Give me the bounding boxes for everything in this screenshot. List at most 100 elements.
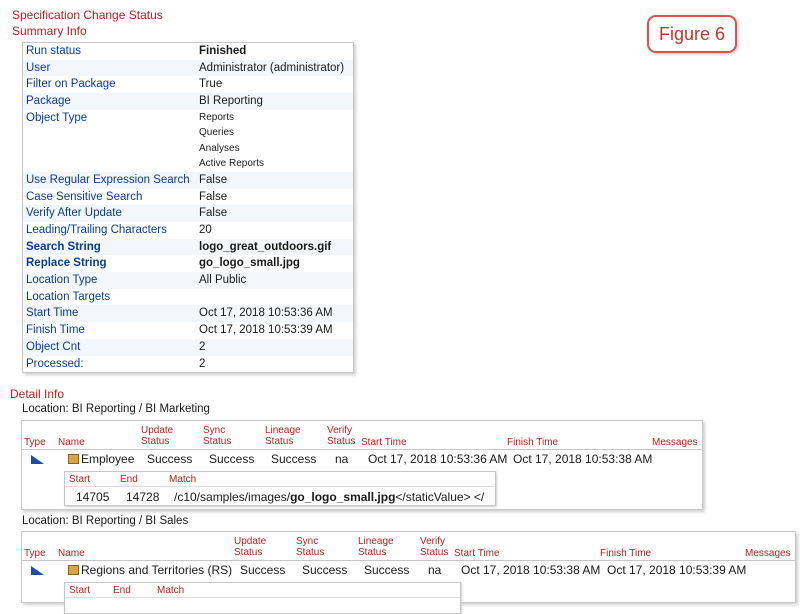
summary-value: BI Reporting <box>199 95 263 108</box>
detail-header: Type Name Update Status Sync Status Line… <box>22 532 795 561</box>
report-type-icon <box>31 566 44 575</box>
col-sync-status: Sync Status <box>296 536 325 558</box>
summary-label: Case Sensitive Search <box>26 190 143 203</box>
object-type-item: Queries <box>199 127 235 139</box>
summary-value: 20 <box>199 223 212 236</box>
report-object-icon <box>68 565 79 575</box>
verify-status: na <box>428 563 442 577</box>
match-header: Start End Match <box>65 583 460 598</box>
col-name: Name <box>58 548 85 559</box>
summary-label: Replace String <box>26 257 107 270</box>
summary-value: False <box>199 207 228 220</box>
summary-row: Package BI Reporting <box>23 93 353 110</box>
summary-value: Oct 17, 2018 10:53:39 AM <box>199 324 333 337</box>
summary-label: Start Time <box>26 307 79 320</box>
summary-value: 2 <box>199 357 206 370</box>
lineage-status: Success <box>271 452 317 466</box>
summary-value: Oct 17, 2018 10:53:36 AM <box>199 307 333 320</box>
summary-value: False <box>199 173 228 186</box>
summary-row: Location Targets <box>23 289 353 306</box>
summary-label: Use Regular Expression Search <box>26 173 190 186</box>
summary-row: Replace String go_logo_small.jpg <box>23 255 353 272</box>
match-table: Start End Match <box>64 582 461 614</box>
summary-label: User <box>26 61 51 74</box>
lineage-status: Success <box>364 563 410 577</box>
summary-label: Location Type <box>26 274 98 287</box>
object-type-item: Active Reports <box>199 158 265 170</box>
summary-table: Run status Finished User Administrator (… <box>22 42 354 374</box>
update-status: Success <box>240 563 286 577</box>
summary-row: Case Sensitive Search False <box>23 189 353 206</box>
summary-title: Summary Info <box>12 24 87 38</box>
col-update-status: Update Status <box>234 536 267 558</box>
summary-label: Processed: <box>26 357 84 370</box>
summary-label: Package <box>26 95 71 108</box>
detail-row[interactable]: Regions and Territories (RS) Success Suc… <box>22 561 795 579</box>
summary-value: True <box>199 78 223 91</box>
summary-row: Location Type All Public <box>23 272 353 289</box>
summary-value: All Public <box>199 274 247 287</box>
col-match-text: Match <box>157 585 185 596</box>
summary-label: Filter on Package <box>26 78 116 91</box>
figure-label: Figure 6 <box>647 15 737 53</box>
summary-label: Search String <box>26 240 101 253</box>
summary-label: Object Type <box>26 111 88 124</box>
location-label: Location: BI Reporting / BI Sales <box>22 515 189 527</box>
start-time: Oct 17, 2018 10:53:38 AM <box>461 563 601 577</box>
summary-row: Finish Time Oct 17, 2018 10:53:39 AM <box>23 322 353 339</box>
summary-row: Search String logo_great_outdoors.gif <box>23 238 353 256</box>
summary-label: Leading/Trailing Characters <box>26 223 167 236</box>
object-type-item: Reports <box>199 111 235 123</box>
match-row: 14705 14728 /c10/samples/images/go_logo_… <box>65 487 495 505</box>
col-messages: Messages <box>745 548 791 559</box>
match-text: /c10/samples/images/go_logo_small.jpg</s… <box>174 490 484 504</box>
summary-value: go_logo_small.jpg <box>199 257 300 270</box>
summary-value: False <box>199 190 228 203</box>
col-finish-time: Finish Time <box>507 437 559 448</box>
sync-status: Success <box>302 563 348 577</box>
col-type: Type <box>24 548 46 559</box>
summary-row: User Administrator (administrator) <box>23 59 353 77</box>
summary-row: Use Regular Expression Search False <box>23 171 353 189</box>
location-label: Location: BI Reporting / BI Marketing <box>22 403 210 415</box>
summary-value: Administrator (administrator) <box>199 61 345 74</box>
match-start: 14705 <box>76 490 110 504</box>
summary-label: Run status <box>26 45 81 57</box>
object-name[interactable]: Employee <box>68 452 134 466</box>
match-prefix: /c10/samples/images/ <box>174 490 291 504</box>
summary-row: Leading/Trailing Characters 20 <box>23 222 353 239</box>
detail-table: Type Name Update Status Sync Status Line… <box>21 420 703 510</box>
match-header: Start End Match <box>65 472 495 487</box>
summary-value: 2 <box>199 340 206 353</box>
page-title: Specification Change Status <box>12 8 163 22</box>
col-messages: Messages <box>652 437 698 448</box>
update-status: Success <box>147 452 193 466</box>
match-suffix: </staticValue> </ <box>395 490 485 504</box>
col-lineage-status: Lineage Status <box>265 425 301 447</box>
summary-row: Object Type Reports Queries Analyses Act… <box>23 110 353 172</box>
summary-row: Start Time Oct 17, 2018 10:53:36 AM <box>23 305 353 323</box>
col-lineage-status: Lineage Status <box>358 536 394 558</box>
report-type-icon <box>31 455 44 464</box>
match-highlight: go_logo_small.jpg <box>290 490 396 504</box>
summary-label: Finish Time <box>26 324 85 337</box>
col-match-end: End <box>113 585 131 596</box>
verify-status: na <box>335 452 349 466</box>
finish-time: Oct 17, 2018 10:53:38 AM <box>513 452 653 466</box>
summary-label: Verify After Update <box>26 207 122 220</box>
object-type-item: Analyses <box>199 142 240 154</box>
detail-row[interactable]: Employee Success Success Success na Oct … <box>22 450 702 468</box>
summary-row: Object Cnt 2 <box>23 338 353 356</box>
report-object-icon <box>68 454 79 464</box>
summary-row: Run status Finished <box>23 43 353 60</box>
col-name: Name <box>58 437 85 448</box>
object-name[interactable]: Regions and Territories (RS) <box>68 563 232 577</box>
summary-label: Object Cnt <box>26 340 81 353</box>
col-update-status: Update Status <box>141 425 174 447</box>
match-end: 14728 <box>126 490 160 504</box>
col-match-text: Match <box>169 474 197 485</box>
summary-value: Finished <box>199 45 247 57</box>
sync-status: Success <box>209 452 255 466</box>
detail-header: Type Name Update Status Sync Status Line… <box>22 421 702 450</box>
detail-table: Type Name Update Status Sync Status Line… <box>21 531 796 614</box>
